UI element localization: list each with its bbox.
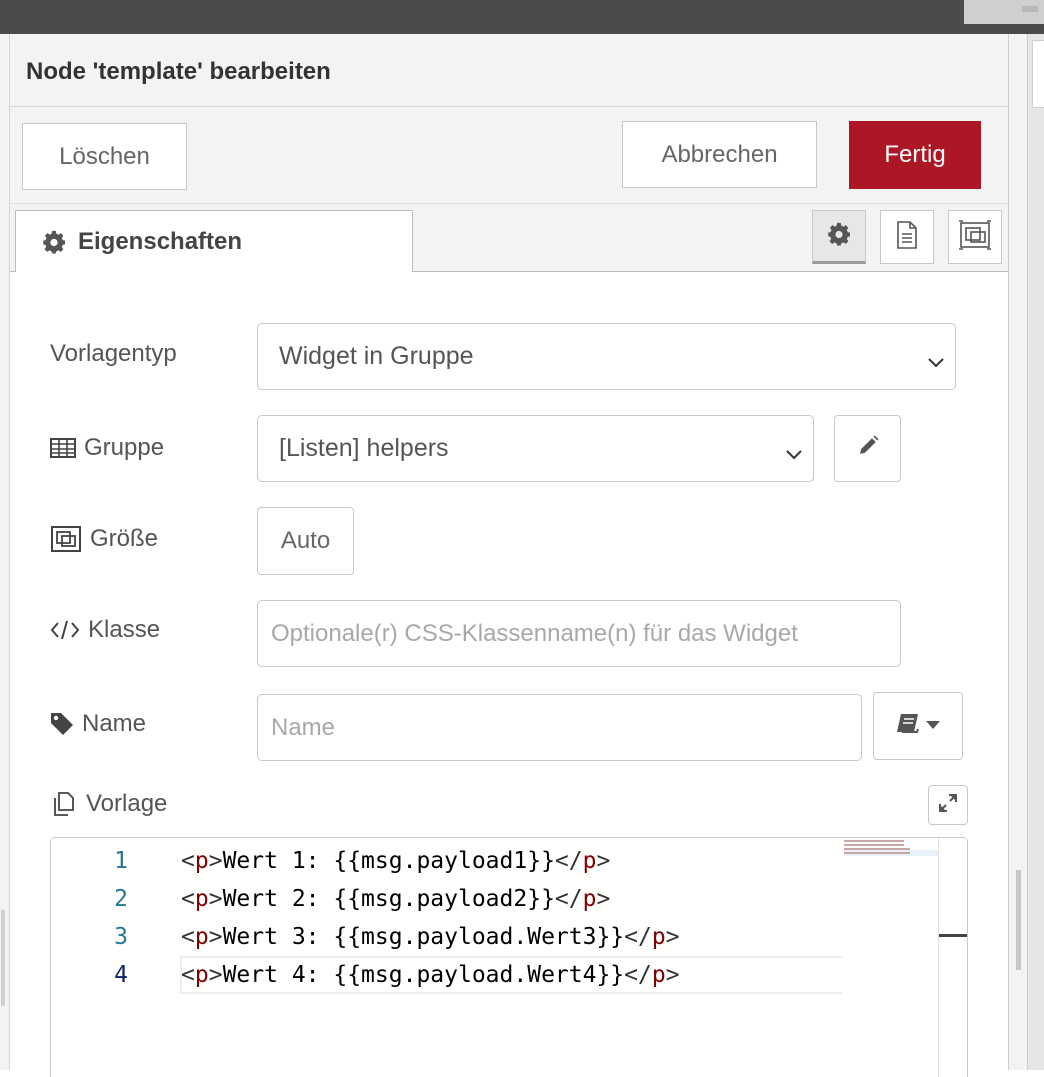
layout-icon: [50, 524, 82, 554]
size-label: Größe: [50, 524, 158, 554]
sidebar-strip: [1027, 34, 1044, 1070]
tab-properties-label: Eigenschaften: [78, 227, 243, 255]
code-editor[interactable]: 1 <p>Wert 1: {{msg.payload1}}</p> 2 <p>W…: [50, 837, 968, 1077]
editor-minimap[interactable]: [844, 838, 939, 1077]
left-panel-edge: [0, 34, 10, 1070]
template-label: Vorlage: [50, 790, 167, 818]
node-help-dropdown-button[interactable]: [873, 692, 963, 760]
edit-tray: Node 'template' bearbeiten Löschen Abbre…: [10, 34, 1008, 1077]
code-text: Wert 1: {{msg.payload1}}: [222, 848, 555, 874]
group-select[interactable]: [Listen] helpers: [257, 415, 814, 482]
gear-icon: [827, 222, 851, 251]
tray-header: Node 'template' bearbeiten: [10, 34, 1008, 107]
chevron-down-icon: [927, 349, 945, 378]
code-line: 2 <p>Wert 2: {{msg.payload2}}</p>: [51, 880, 951, 918]
pencil-icon: [856, 434, 880, 463]
expand-editor-button[interactable]: [928, 785, 968, 825]
window-top-bar: [0, 0, 1044, 34]
layout-icon: [958, 219, 992, 255]
code-text: Wert 2: {{msg.payload2}}: [222, 886, 555, 912]
window-control[interactable]: [964, 0, 1044, 24]
chevron-down-icon: [785, 441, 803, 470]
book-icon: [896, 712, 922, 741]
name-input[interactable]: Name: [257, 694, 862, 761]
document-icon: [895, 220, 919, 254]
tray-toolbar: Löschen Abbrechen Fertig: [10, 107, 1008, 204]
copy-icon: [50, 791, 78, 817]
description-view-button[interactable]: [880, 210, 934, 264]
cancel-button[interactable]: Abbrechen: [622, 121, 817, 188]
done-button[interactable]: Fertig: [849, 121, 981, 189]
template-type-label: Vorlagentyp: [50, 340, 177, 367]
tab-properties[interactable]: Eigenschaften: [15, 210, 413, 272]
editor-scrollbar[interactable]: [938, 838, 967, 1077]
code-text: Wert 3: {{msg.payload.Wert3}}: [222, 924, 625, 950]
line-number: 4: [114, 962, 128, 988]
code-icon: [50, 619, 80, 641]
code-line: 3 <p>Wert 3: {{msg.payload.Wert3}}</p>: [51, 918, 951, 956]
line-number: 2: [114, 886, 128, 912]
properties-view-button[interactable]: [812, 210, 866, 264]
gear-icon: [42, 230, 66, 254]
table-icon: [50, 437, 76, 459]
tab-bar: Eigenschaften: [10, 204, 1008, 272]
right-panel-edge: [1008, 34, 1044, 1070]
tag-icon: [50, 712, 74, 736]
code-text: Wert 4: {{msg.payload.Wert4}}: [222, 962, 625, 988]
name-label: Name: [50, 710, 146, 738]
caret-down-icon: [926, 717, 940, 735]
delete-button[interactable]: Löschen: [22, 123, 187, 190]
class-label: Klasse: [50, 616, 160, 644]
code-line: 1 <p>Wert 1: {{msg.payload1}}</p>: [51, 842, 951, 880]
template-type-select[interactable]: Widget in Gruppe: [257, 323, 956, 390]
size-button[interactable]: Auto: [257, 507, 354, 575]
appearance-view-button[interactable]: [948, 210, 1002, 264]
line-number: 1: [114, 848, 128, 874]
cursor-position-marker: [939, 934, 967, 937]
dialog-title: Node 'template' bearbeiten: [26, 58, 331, 85]
edit-group-button[interactable]: [834, 415, 901, 482]
line-number: 3: [114, 924, 128, 950]
panel-scrollbar-thumb[interactable]: [1016, 870, 1021, 970]
class-input[interactable]: Optionale(r) CSS-Klassenname(n) für das …: [257, 600, 901, 667]
expand-icon: [938, 793, 958, 818]
code-line: 4 <p>Wert 4: {{msg.payload.Wert4}}</p>: [51, 956, 951, 994]
group-label: Gruppe: [50, 434, 164, 462]
left-scroll-handle[interactable]: [1, 910, 5, 1006]
